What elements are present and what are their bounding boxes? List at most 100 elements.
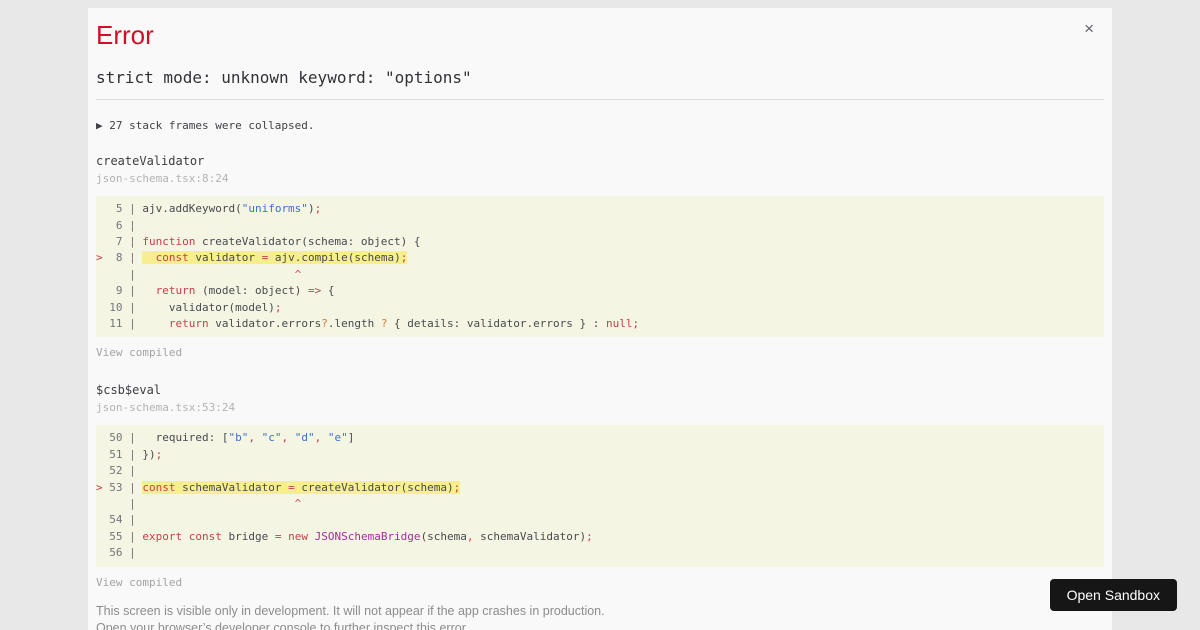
- overlay-header: Error ×: [96, 16, 1104, 51]
- code-token-caret: ^: [142, 267, 302, 281]
- code-line: 6 |: [96, 218, 1104, 234]
- line-number-gutter: 56 |: [96, 546, 143, 560]
- code-token-plain: (model: object): [195, 284, 308, 298]
- footer-note-line: Open your browser’s developer console to…: [96, 620, 469, 630]
- code-token-keyword: return: [168, 317, 209, 331]
- code-token-punct: ;: [632, 317, 640, 331]
- code-token-plain: (schema: [420, 529, 467, 543]
- view-compiled-link[interactable]: View compiled: [96, 576, 182, 589]
- code-token-punct: ,: [466, 529, 474, 543]
- code-line: 10 | validator(model);: [96, 300, 1104, 316]
- code-line: 55 | export const bridge = new JSONSchem…: [96, 529, 1104, 545]
- code-line: 56 |: [96, 545, 1104, 561]
- code-token-string: "uniforms": [241, 202, 308, 216]
- code-token-plain: createValidator(schema): [294, 480, 454, 494]
- code-token-string: "e": [327, 431, 348, 445]
- code-token-punct: ,: [248, 431, 255, 445]
- code-token-caret: ^: [142, 497, 302, 511]
- line-number-gutter: 11 |: [96, 317, 143, 331]
- code-token-punct: ;: [453, 480, 461, 494]
- error-line-marker: >: [96, 251, 103, 265]
- footer-note-line: This screen is visible only in developme…: [96, 603, 605, 618]
- code-token-plain: { details: validator.errors } :: [387, 317, 606, 331]
- code-text: function createValidator(schema: object)…: [142, 235, 420, 248]
- code-token-keyword: const: [142, 480, 176, 494]
- code-token-plain: validator.errors: [208, 317, 322, 331]
- code-token-op: =: [288, 480, 295, 494]
- code-token-punct: ;: [586, 529, 593, 543]
- line-number-gutter: 51 |: [96, 447, 143, 461]
- frame-function-name: createValidator: [96, 154, 205, 169]
- code-token-keyword: return: [155, 284, 196, 298]
- code-token-keyword: export: [142, 529, 183, 543]
- code-line: 9 | return (model: object) => {: [96, 283, 1104, 299]
- code-token-punct: ;: [274, 300, 282, 314]
- code-token-classname: JSONSchemaBridge: [314, 529, 421, 543]
- collapsed-frames-toggle[interactable]: ▶ 27 stack frames were collapsed.: [96, 119, 1104, 132]
- code-token-plain: ajv.addKeyword(: [142, 202, 242, 216]
- code-token-keyword: null: [605, 317, 633, 331]
- code-text: ajv.addKeyword("uniforms");: [142, 202, 321, 215]
- error-title: Error: [96, 20, 154, 50]
- line-number-gutter: 7 |: [96, 235, 143, 248]
- error-overlay-panel: Error × strict mode: unknown keyword: "o…: [88, 8, 1112, 630]
- code-token-keyword: const: [188, 529, 222, 543]
- code-token-op: =>: [307, 284, 322, 298]
- code-token-plain: ): [307, 202, 315, 216]
- code-text: validator(model);: [142, 300, 282, 314]
- code-line: 11 | return validator.errors?.length ? {…: [96, 316, 1104, 332]
- code-token-string: "d": [294, 431, 315, 445]
- code-text: return validator.errors?.length ? { deta…: [142, 317, 639, 330]
- error-line-marker: >: [96, 480, 103, 494]
- line-number-gutter: |: [96, 497, 143, 511]
- code-text: return (model: object) => {: [142, 284, 335, 298]
- code-text: export const bridge = new JSONSchemaBrid…: [142, 530, 592, 543]
- stack-frame-csb-eval: $csb$eval json-schema.tsx:53:24 50 | req…: [96, 383, 1104, 590]
- code-line: 51 | });: [96, 447, 1104, 463]
- close-icon[interactable]: ×: [1084, 20, 1094, 37]
- code-token-plain: {: [321, 284, 335, 298]
- code-token-keyword: const: [155, 251, 189, 265]
- code-token-plain: ajv.compile(schema): [268, 251, 401, 265]
- code-text: ^: [142, 267, 302, 281]
- line-number-gutter: |: [96, 267, 143, 281]
- code-token-punct: ;: [314, 202, 322, 216]
- view-compiled-link[interactable]: View compiled: [96, 346, 182, 359]
- line-number-gutter: 5 |: [96, 202, 143, 216]
- line-number-gutter: 10 |: [96, 300, 143, 314]
- stack-frame-create-validator: createValidator json-schema.tsx:8:24 5 |…: [96, 154, 1104, 361]
- highlighted-code: const schemaValidator = createValidator(…: [142, 480, 461, 494]
- error-message: strict mode: unknown keyword: "options": [96, 68, 472, 88]
- code-line: | ^: [96, 496, 1104, 512]
- line-number-gutter: 53 |: [102, 480, 143, 494]
- code-token-plain: .length: [327, 317, 381, 331]
- line-number-gutter: 6 |: [96, 218, 143, 232]
- footer-notes: This screen is visible only in developme…: [96, 603, 1104, 630]
- open-sandbox-button[interactable]: Open Sandbox: [1049, 579, 1177, 611]
- code-token-keyword: new: [288, 529, 308, 543]
- code-token-string: "b": [228, 431, 249, 445]
- code-token-string: "c": [261, 431, 282, 445]
- code-token-plain: createValidator(schema: object) {: [195, 235, 421, 248]
- line-number-gutter: 54 |: [96, 513, 143, 527]
- code-token-plain: required: [: [142, 431, 229, 445]
- code-token-plain: bridge: [221, 529, 275, 543]
- line-number-gutter: 8 |: [102, 251, 143, 265]
- code-line: 54 |: [96, 512, 1104, 528]
- code-token-plain: schemaValidator: [175, 480, 289, 494]
- code-token-plain: schemaValidator): [473, 529, 587, 543]
- code-line: > 8 | const validator = ajv.compile(sche…: [96, 250, 1104, 266]
- highlighted-code: const validator = ajv.compile(schema);: [142, 251, 408, 265]
- code-token-orange: ?: [321, 317, 328, 331]
- code-text: ^: [142, 497, 302, 511]
- code-line: 52 |: [96, 463, 1104, 479]
- code-text: required: ["b", "c", "d", "e"]: [142, 431, 355, 445]
